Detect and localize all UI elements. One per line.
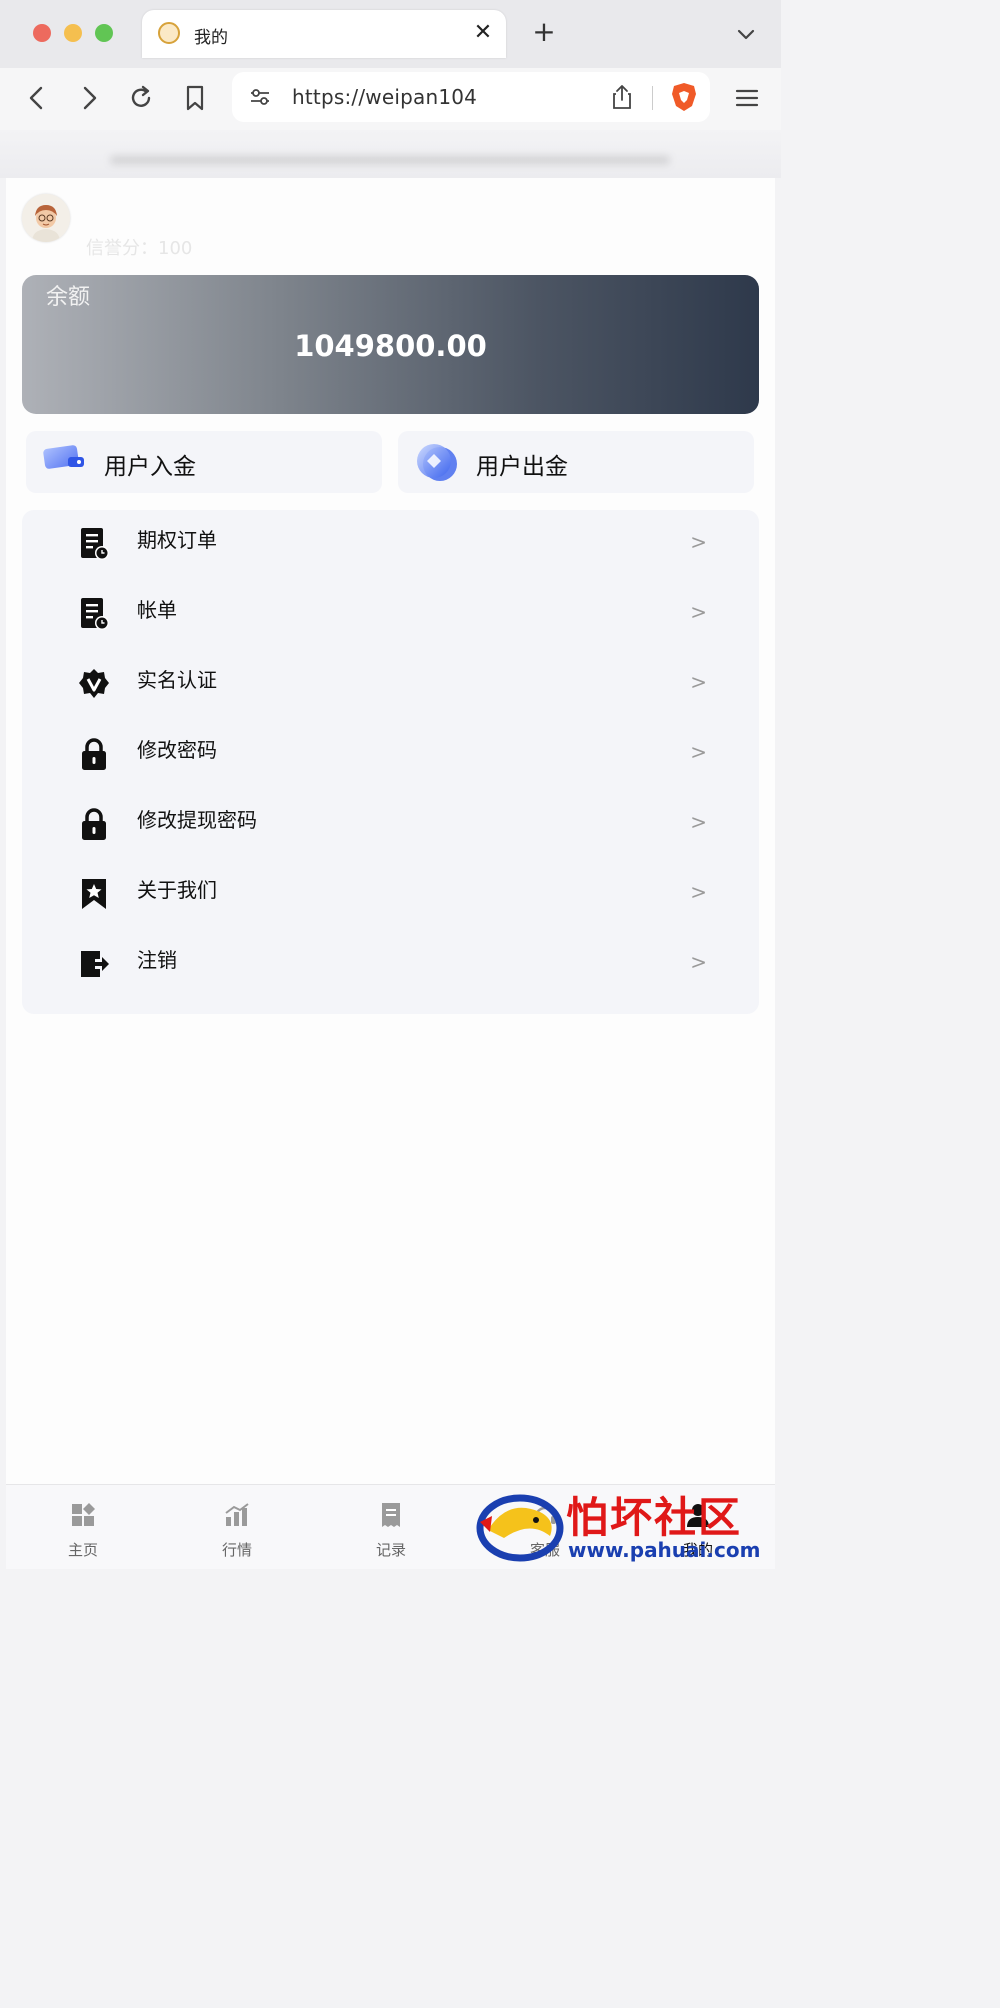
chevron-right-icon: > xyxy=(690,880,707,904)
url-text[interactable]: https://weipan104 xyxy=(292,85,477,109)
reload-icon[interactable] xyxy=(126,83,156,113)
menu-item-change-password[interactable]: 修改密码 > xyxy=(22,720,759,790)
watermark-url: www.pahuai.com xyxy=(568,1538,761,1562)
tab-close-icon[interactable]: ✕ xyxy=(470,20,496,46)
chevron-down-icon[interactable] xyxy=(734,22,758,46)
menu-item-option-orders[interactable]: 期权订单 > xyxy=(22,510,759,580)
tab-home[interactable]: 主页 xyxy=(6,1485,160,1569)
bookmark-icon[interactable] xyxy=(180,83,210,113)
chevron-right-icon: > xyxy=(690,950,707,974)
balance-label: 余额 xyxy=(46,285,91,310)
menu-item-change-withdraw-password[interactable]: 修改提现密码 > xyxy=(22,790,759,860)
tab-records[interactable]: 记录 xyxy=(314,1485,468,1569)
tab-title: 我的 xyxy=(194,28,228,48)
menu-label: 帐单 xyxy=(137,598,177,622)
blurred-text xyxy=(110,156,670,164)
menu-icon[interactable] xyxy=(732,83,762,113)
share-icon[interactable] xyxy=(610,84,634,110)
bill-icon xyxy=(81,598,109,630)
site-settings-icon[interactable] xyxy=(248,85,272,109)
back-icon[interactable] xyxy=(22,83,52,113)
browser-tab-bar: 我的 ✕ + xyxy=(0,0,781,68)
menu-label: 期权订单 xyxy=(137,528,217,552)
credit-score: 信誉分：100 xyxy=(86,238,193,259)
tab-label: 记录 xyxy=(375,1541,406,1559)
minimize-window-button[interactable] xyxy=(64,24,82,42)
tab-label: 行情 xyxy=(221,1541,252,1559)
logout-icon xyxy=(81,951,109,977)
home-icon xyxy=(72,1503,95,1526)
withdraw-label: 用户出金 xyxy=(476,454,568,480)
menu-item-real-name-verification[interactable]: 实名认证 > xyxy=(22,650,759,720)
bookmark-star-icon xyxy=(82,879,106,909)
favicon-icon xyxy=(158,22,180,44)
lock-icon xyxy=(82,808,106,840)
menu-item-bills[interactable]: 帐单 > xyxy=(22,580,759,650)
brave-shield-icon[interactable] xyxy=(670,82,698,112)
menu-item-about-us[interactable]: 关于我们 > xyxy=(22,860,759,930)
menu-label: 关于我们 xyxy=(137,878,217,902)
menu-label: 注销 xyxy=(137,948,177,972)
coin-icon xyxy=(417,444,457,481)
balance-value: 1049800.00 xyxy=(294,329,487,363)
card-icon xyxy=(43,445,84,469)
chevron-right-icon: > xyxy=(690,670,707,694)
divider xyxy=(652,86,653,110)
receipt-icon xyxy=(382,1503,400,1527)
chevron-right-icon: > xyxy=(690,740,707,764)
menu-list: 期权订单 > 帐单 > 实名认证 > 修改密码 > 修改提现密码 > 关于我们 … xyxy=(22,510,759,1014)
menu-label: 修改提现密码 xyxy=(137,808,257,832)
blurred-header xyxy=(0,130,781,178)
chevron-right-icon: > xyxy=(690,810,707,834)
new-tab-icon[interactable]: + xyxy=(530,18,558,46)
menu-label: 实名认证 xyxy=(137,668,217,692)
deposit-label: 用户入金 xyxy=(104,454,196,480)
tab-market[interactable]: 行情 xyxy=(160,1485,314,1569)
verify-badge-icon xyxy=(79,669,109,698)
withdraw-button[interactable]: 用户出金 xyxy=(398,431,754,493)
chevron-right-icon: > xyxy=(690,530,707,554)
deposit-button[interactable]: 用户入金 xyxy=(26,431,382,493)
tab-label: 主页 xyxy=(67,1541,98,1559)
maximize-window-button[interactable] xyxy=(95,24,113,42)
chart-icon xyxy=(225,1503,249,1526)
close-window-button[interactable] xyxy=(33,24,51,42)
browser-tab[interactable]: 我的 ✕ xyxy=(142,10,506,58)
address-bar[interactable]: https://weipan104 xyxy=(232,72,710,122)
menu-item-logout[interactable]: 注销 > xyxy=(22,930,759,1000)
lock-icon xyxy=(82,738,106,770)
order-icon xyxy=(81,528,109,560)
profile-page: 信誉分：100 余额 1049800.00 用户入金 用户出金 期权订单 > 帐… xyxy=(6,178,775,1568)
forward-icon[interactable] xyxy=(74,83,104,113)
watermark: 怕坏社区 www.pahuai.com xyxy=(470,1484,781,1568)
balance-card: 余额 1049800.00 xyxy=(22,275,759,414)
avatar-image xyxy=(22,194,70,242)
menu-label: 修改密码 xyxy=(137,738,217,762)
avatar[interactable] xyxy=(22,194,70,242)
chevron-right-icon: > xyxy=(690,600,707,624)
watermark-logo-icon xyxy=(476,1494,564,1562)
watermark-text: 怕坏社区 xyxy=(566,1493,743,1542)
browser-toolbar: https://weipan104 xyxy=(0,68,781,130)
